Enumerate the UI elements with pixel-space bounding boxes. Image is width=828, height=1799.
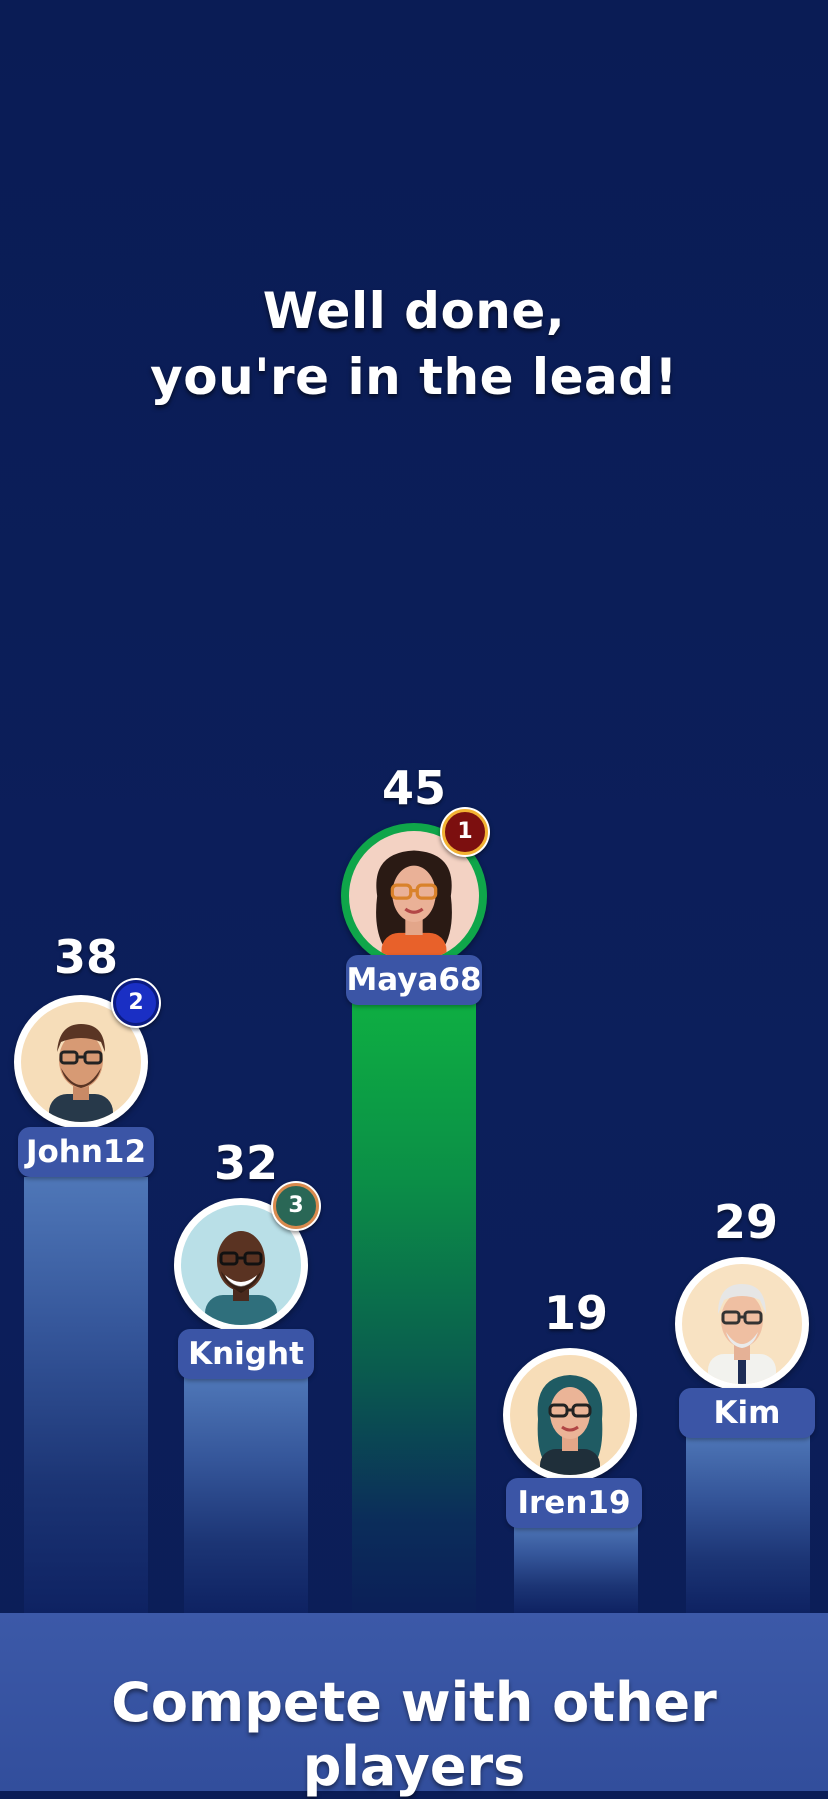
score-label: 45 <box>381 761 446 815</box>
footer-banner: Compete with other players <box>0 1613 828 1798</box>
score-bar-john12 <box>24 1177 148 1613</box>
score-label: 38 <box>53 930 118 984</box>
player-name-tag: Iren19 <box>506 1478 642 1528</box>
rank-badge-1: 1 <box>440 807 490 857</box>
leaderboard-podium: 38 2 John12 32 3 Knight 45 1 Maya68 19 I… <box>0 0 828 1613</box>
score-bar-maya68 <box>352 993 476 1613</box>
player-name-tag: John12 <box>18 1127 154 1177</box>
score-bar-kim <box>686 1433 810 1613</box>
score-bar-knight <box>184 1377 308 1613</box>
player-avatar[interactable] <box>675 1257 809 1391</box>
player-name-tag: Knight <box>178 1329 314 1379</box>
footer-text: Compete with other players <box>111 1671 717 1798</box>
elderly-man-doctor-avatar-icon <box>682 1264 802 1384</box>
score-label: 32 <box>213 1136 278 1190</box>
player-name-tag: Kim <box>679 1388 815 1438</box>
rank-badge-3: 3 <box>271 1181 321 1231</box>
rank-number: 3 <box>273 1183 319 1229</box>
rank-badge-2: 2 <box>111 978 161 1028</box>
rank-number: 2 <box>113 980 159 1026</box>
score-label: 29 <box>713 1195 778 1249</box>
score-bar-iren19 <box>514 1523 638 1613</box>
leaderboard-screen: Well done, you're in the lead! 38 2 John… <box>0 0 828 1798</box>
woman-glasses-avatar-icon <box>510 1355 630 1475</box>
score-label: 19 <box>543 1286 608 1340</box>
player-name-tag: Maya68 <box>346 955 482 1005</box>
rank-number: 1 <box>442 809 488 855</box>
player-avatar[interactable] <box>503 1348 637 1482</box>
